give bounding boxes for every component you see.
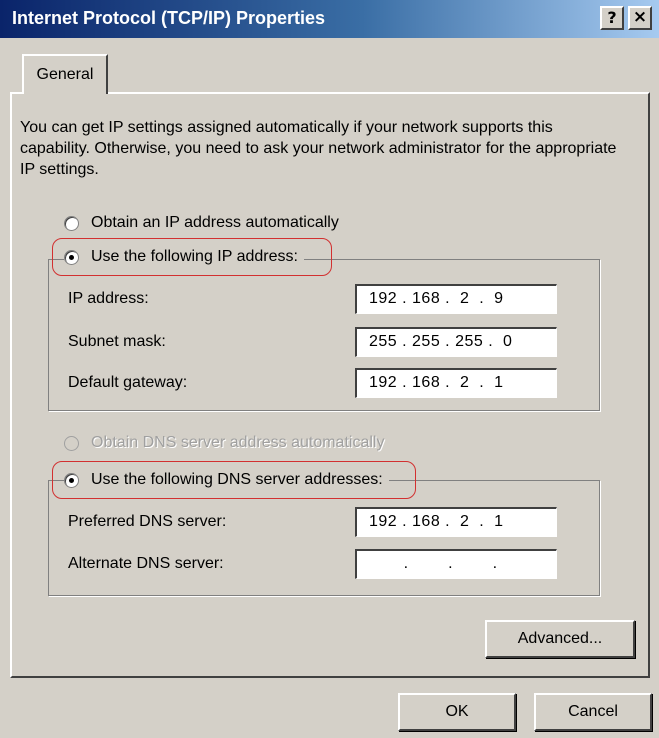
help-button[interactable]: ? (600, 6, 624, 30)
intro-text: You can get IP settings assigned automat… (20, 119, 617, 178)
obtain-ip-auto-label: Obtain an IP address automatically (91, 214, 339, 231)
obtain-dns-auto-label: Obtain DNS server address automatically (91, 434, 385, 451)
ip-address-label: IP address: (68, 290, 149, 307)
cancel-button-label: Cancel (568, 703, 618, 720)
use-following-dns-label: Use the following DNS server addresses: (91, 471, 383, 488)
preferred-dns-input[interactable]: 192 . 168 . 2 . 1 (355, 507, 557, 537)
use-following-dns-radio[interactable]: Use the following DNS server addresses: (64, 471, 389, 489)
radio-icon (64, 215, 79, 231)
subnet-mask-input[interactable]: 255 . 255 . 255 . 0 (355, 327, 557, 357)
tab-general[interactable]: General (22, 54, 108, 94)
obtain-ip-auto-radio[interactable]: Obtain an IP address automatically (64, 214, 345, 232)
ok-button[interactable]: OK (398, 693, 516, 731)
radio-disabled-icon (64, 435, 79, 451)
default-gateway-label: Default gateway: (68, 374, 188, 391)
ip-address-input[interactable]: 192 . 168 . 2 . 9 (355, 284, 557, 314)
radio-checked-icon (64, 472, 79, 488)
use-following-ip-radio[interactable]: Use the following IP address: (64, 248, 304, 266)
tab-general-label: General (36, 66, 94, 83)
alternate-dns-input[interactable]: . . . (355, 549, 557, 579)
obtain-dns-auto-radio[interactable]: Obtain DNS server address automatically (64, 434, 391, 452)
default-gateway-input[interactable]: 192 . 168 . 2 . 1 (355, 368, 557, 398)
advanced-button-label: Advanced... (517, 630, 603, 647)
cancel-button[interactable]: Cancel (534, 693, 652, 731)
advanced-button[interactable]: Advanced... (485, 620, 635, 658)
radio-checked-icon (64, 249, 79, 265)
ok-button-label: OK (445, 703, 469, 720)
preferred-dns-label: Preferred DNS server: (68, 513, 227, 530)
use-following-ip-label: Use the following IP address: (91, 248, 298, 265)
alternate-dns-label: Alternate DNS server: (68, 555, 224, 572)
window-title: Internet Protocol (TCP/IP) Properties (12, 8, 326, 28)
subnet-mask-label: Subnet mask: (68, 333, 166, 350)
close-button[interactable]: × (628, 6, 652, 30)
title-bar: Internet Protocol (TCP/IP) Properties ? … (0, 0, 659, 38)
